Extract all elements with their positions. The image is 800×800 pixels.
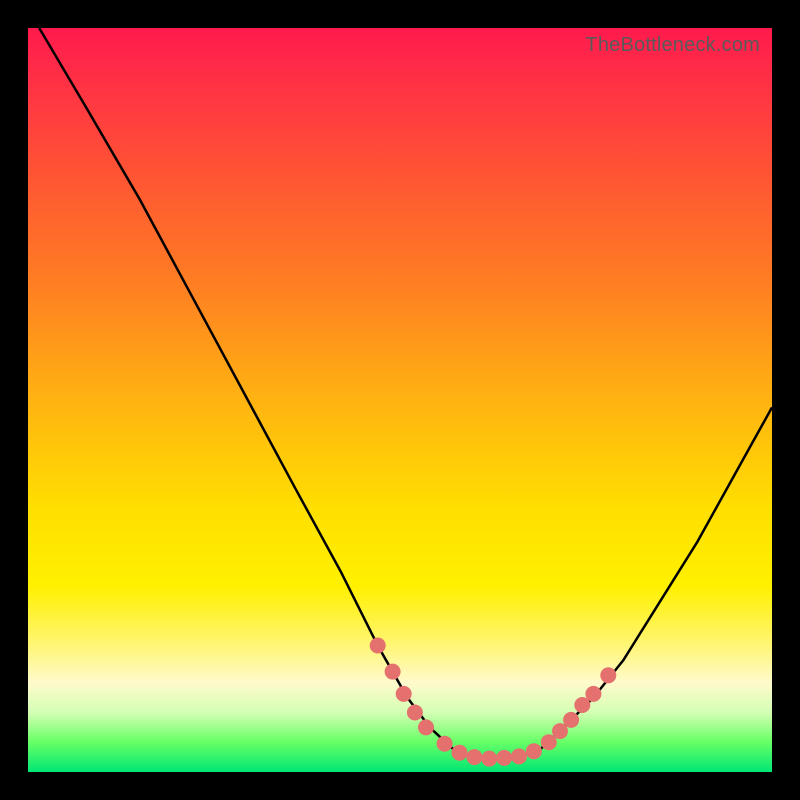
curve-marker	[407, 705, 423, 721]
plot-area: TheBottleneck.com	[28, 28, 772, 772]
curve-marker	[526, 743, 542, 759]
curve-path	[39, 28, 772, 759]
curve-marker	[385, 664, 401, 680]
curve-marker	[563, 712, 579, 728]
curve-marker	[418, 719, 434, 735]
bottleneck-curve	[28, 28, 772, 772]
curve-marker	[466, 749, 482, 765]
curve-marker	[370, 638, 386, 654]
curve-marker	[600, 667, 616, 683]
curve-marker	[481, 751, 497, 767]
curve-marker	[585, 686, 601, 702]
curve-marker	[452, 745, 468, 761]
curve-marker	[511, 748, 527, 764]
curve-marker	[437, 736, 453, 752]
chart-container: TheBottleneck.com	[0, 0, 800, 800]
curve-marker	[396, 686, 412, 702]
curve-marker	[496, 750, 512, 766]
